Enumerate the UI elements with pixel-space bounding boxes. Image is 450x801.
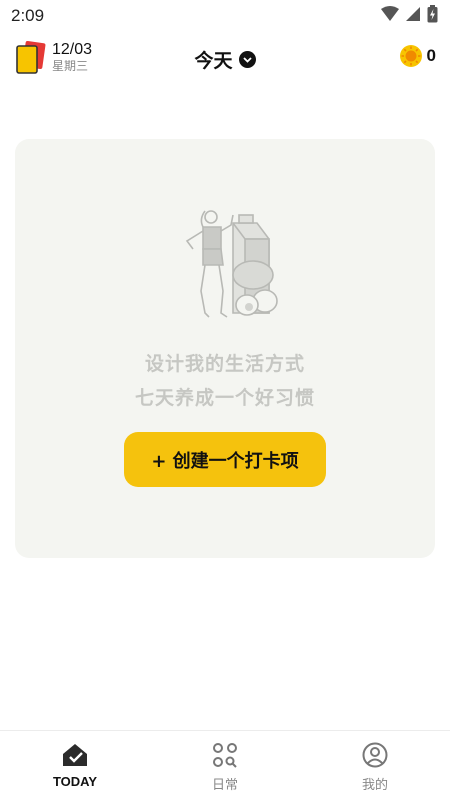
tab-profile[interactable]: 我的 <box>300 731 450 801</box>
status-time: 2:09 <box>11 6 45 25</box>
create-checkin-button[interactable]: + 创建一个打卡项 <box>124 432 326 487</box>
top-header: 12/03 星期三 今天 0 <box>0 36 450 80</box>
home-check-icon <box>63 744 87 766</box>
tab-profile-label: 我的 <box>361 778 388 793</box>
sun-coin-counter[interactable]: 0 <box>399 44 436 68</box>
grid-search-icon <box>213 743 237 768</box>
empty-state-card: 设计我的生活方式 七天养成一个好习惯 + 创建一个打卡项 <box>15 139 435 558</box>
sun-coin-icon <box>399 45 422 67</box>
fitness-food-illustration <box>185 210 278 318</box>
slogan-line-1: 设计我的生活方式 <box>144 353 305 375</box>
status-icons <box>381 5 438 23</box>
page-title[interactable]: 今天 <box>194 46 256 73</box>
create-checkin-button-label: + 创建一个打卡项 <box>151 450 299 472</box>
status-bar: 2:09 <box>0 0 450 32</box>
tab-daily-label: 日常 <box>211 778 238 793</box>
tab-today[interactable]: TODAY <box>0 731 150 801</box>
wifi-icon <box>381 6 399 21</box>
tab-today-label: TODAY <box>52 774 98 789</box>
battery-icon <box>427 5 438 23</box>
slogan-line-2: 七天养成一个好习惯 <box>134 387 315 409</box>
user-circle-icon <box>362 742 388 768</box>
page-title-text: 今天 <box>194 50 233 72</box>
cellular-signal-icon <box>406 7 420 21</box>
tab-daily[interactable]: 日常 <box>150 731 300 801</box>
coin-count: 0 <box>426 46 436 65</box>
chevron-down-icon <box>238 51 256 68</box>
bottom-tab-bar: TODAY 日常 我的 <box>0 730 450 801</box>
